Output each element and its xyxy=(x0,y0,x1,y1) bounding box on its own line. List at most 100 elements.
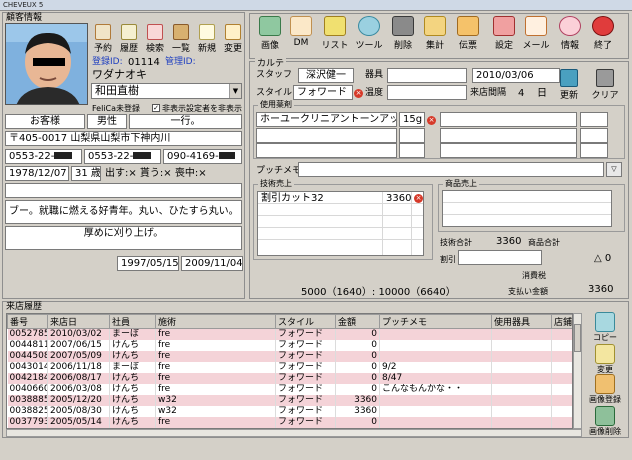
image-delete-button[interactable]: 画像削除 xyxy=(582,406,628,437)
table-row[interactable]: 0042184 2006/08/17 けんち fre フォワード 0 8/47 xyxy=(7,373,572,384)
slip-button[interactable]: 伝票 xyxy=(453,14,483,58)
scroll-thumb[interactable] xyxy=(574,324,581,352)
image-button[interactable]: 画像 xyxy=(255,14,285,58)
tech-sales-grid[interactable]: 割引カット32 3360 × xyxy=(257,191,424,256)
search-button[interactable]: 検索 xyxy=(143,24,167,54)
column-header[interactable]: 施術 xyxy=(155,314,276,329)
column-header[interactable]: スタイル xyxy=(275,314,336,329)
column-header[interactable]: 店鋪 xyxy=(551,314,572,329)
dm-button[interactable]: DM xyxy=(286,14,316,58)
column-header[interactable]: 使用器具 xyxy=(491,314,552,329)
table-cell-style: フォワード xyxy=(275,395,336,406)
chemical2-field[interactable] xyxy=(440,112,577,127)
new-button[interactable]: 新規 xyxy=(195,24,219,54)
column-header[interactable]: 来店日 xyxy=(47,314,110,329)
aggregate-button[interactable]: 集計 xyxy=(420,14,450,58)
address-field[interactable]: 〒405-0017 山梨県山梨市下神内川 xyxy=(5,131,242,146)
table-row[interactable]: 0040660 2006/03/08 けんち fre フォワード 0 こんなもんかな・・ xyxy=(7,384,572,395)
staff-field[interactable]: 深沢健一 xyxy=(298,68,354,83)
phone1-field[interactable]: 0553-22- xyxy=(5,149,82,164)
table-row[interactable]: 0043014 2006/11/18 まーぼ fre フォワード 0 9/2 xyxy=(7,362,572,373)
chemical3-amount-field[interactable] xyxy=(399,128,425,143)
chemical1-field[interactable]: ホーユークリニアントーンアップ（ xyxy=(256,112,397,127)
chemical5-field[interactable] xyxy=(256,143,397,158)
trash-icon xyxy=(392,16,414,36)
gender-field[interactable]: 男性 xyxy=(87,114,127,129)
visit-interval-label: 来店間隔 xyxy=(470,88,507,98)
customer-type-field[interactable]: お客様 xyxy=(5,114,85,129)
mail-button[interactable]: メール xyxy=(521,14,551,58)
table-cell-treat: fre xyxy=(155,340,276,351)
chemical2-amount-field[interactable] xyxy=(580,112,608,127)
info-button[interactable]: 情報 xyxy=(555,14,585,58)
chemicals-title: 使用薬剤 xyxy=(258,100,294,110)
exit-button[interactable]: 終了 xyxy=(588,14,618,58)
chemical4-amount-field[interactable] xyxy=(580,128,608,143)
table-row[interactable]: 0038885 2005/12/20 けんち w32 フォワード 3360 xyxy=(7,395,572,406)
date-field[interactable]: 2010/03/06 xyxy=(472,68,560,83)
table-row[interactable]: 0044811 2007/06/15 けんち fre フォワード 0 xyxy=(7,340,572,351)
memo2-field[interactable]: 厚めに刈り上げ。 xyxy=(5,226,242,250)
delete-button[interactable]: 削除 xyxy=(388,14,418,58)
table-cell-amount: 0 xyxy=(335,373,380,384)
last-visit-field[interactable]: 2009/11/04 xyxy=(181,256,243,271)
edit-button[interactable]: 変更 xyxy=(221,24,245,54)
column-header[interactable]: プッチメモ xyxy=(379,314,492,329)
chemical4-field[interactable] xyxy=(440,128,577,143)
change-button[interactable]: 変更 xyxy=(582,344,628,375)
history-scrollbar[interactable] xyxy=(573,313,582,429)
column-header[interactable]: 番号 xyxy=(7,314,48,329)
column-header[interactable]: 社員 xyxy=(109,314,156,329)
product-sales-grid[interactable] xyxy=(442,190,612,227)
table-row[interactable]: 0052785 2010/03/02 まーぼ fre フォワード 0 xyxy=(7,328,572,340)
style-field[interactable]: フォワード xyxy=(293,85,353,100)
reserve-button[interactable]: 予約 xyxy=(91,24,115,54)
clear-chemical-icon[interactable]: × xyxy=(427,115,436,126)
payment-value: 3360 xyxy=(588,284,614,295)
image-register-button[interactable]: 画像登録 xyxy=(582,374,628,405)
customer-photo xyxy=(5,23,88,105)
history-button[interactable]: 履歴 xyxy=(117,24,141,54)
table-cell-date: 2007/06/15 xyxy=(47,340,110,351)
age-field[interactable]: 31 歳 xyxy=(71,166,101,181)
notepad-icon xyxy=(121,24,137,40)
ichiko-field[interactable]: 一行。 xyxy=(129,114,242,129)
petit-memo-field[interactable] xyxy=(298,162,604,177)
list-tool-button[interactable]: リスト xyxy=(320,14,350,58)
discount-field[interactable] xyxy=(458,250,542,265)
hide-checkbox[interactable]: ✓ xyxy=(152,104,160,112)
phone2-field[interactable]: 0553-22- xyxy=(84,149,161,164)
table-row[interactable]: 0044508 2007/05/09 けんち fre フォワード 0 xyxy=(7,351,572,362)
tool-button[interactable]: ツール xyxy=(354,14,384,58)
mobile-field[interactable]: 090-4169- xyxy=(163,149,242,164)
column-header[interactable]: 金額 xyxy=(335,314,380,329)
list-button[interactable]: 一覧 xyxy=(169,24,193,54)
petit-memo-dropdown[interactable]: ▽ xyxy=(606,162,622,177)
chemical3-field[interactable] xyxy=(256,128,397,143)
temp-field[interactable] xyxy=(387,85,467,100)
settings-button[interactable]: 設定 xyxy=(489,14,519,58)
table-row[interactable]: 0037793 2005/05/14 けんち fre フォワード 0 xyxy=(7,417,572,428)
table-cell-memo xyxy=(379,340,492,351)
clear-style-icon[interactable]: × xyxy=(354,88,363,99)
update-button[interactable]: 更新 xyxy=(557,69,581,101)
chemical6-amount-field[interactable] xyxy=(580,143,608,158)
table-row[interactable]: 0038825 2005/08/30 けんち w32 フォワード 3360 xyxy=(7,406,572,417)
chemical5-amount-field[interactable] xyxy=(399,143,425,158)
customer-name-select[interactable]: 和田直樹 ▼ xyxy=(91,83,242,99)
table-cell-amount: 0 xyxy=(335,340,380,351)
chemical6-field[interactable] xyxy=(440,143,577,158)
memo1-field[interactable]: ブー。就職に燃える好青年。丸い、ひたすら丸い。 xyxy=(5,200,242,224)
blank-field[interactable] xyxy=(5,183,242,198)
remove-tech-icon[interactable]: × xyxy=(414,194,423,203)
table-cell-staff: けんち xyxy=(109,406,156,417)
copy-button[interactable]: コピー xyxy=(582,312,628,343)
tool-field[interactable] xyxy=(387,68,467,83)
clear-button[interactable]: クリア xyxy=(591,69,619,101)
image-register-icon xyxy=(595,374,615,394)
points-text: 5000（1640）: 10000（6640） xyxy=(301,287,456,298)
chemical1-amount-field[interactable]: 15g xyxy=(399,112,425,127)
first-visit-field[interactable]: 1997/05/15 xyxy=(117,256,179,271)
horizontal-scrollbar[interactable] xyxy=(6,429,582,437)
birthday-field[interactable]: 1978/12/07 xyxy=(5,166,69,181)
